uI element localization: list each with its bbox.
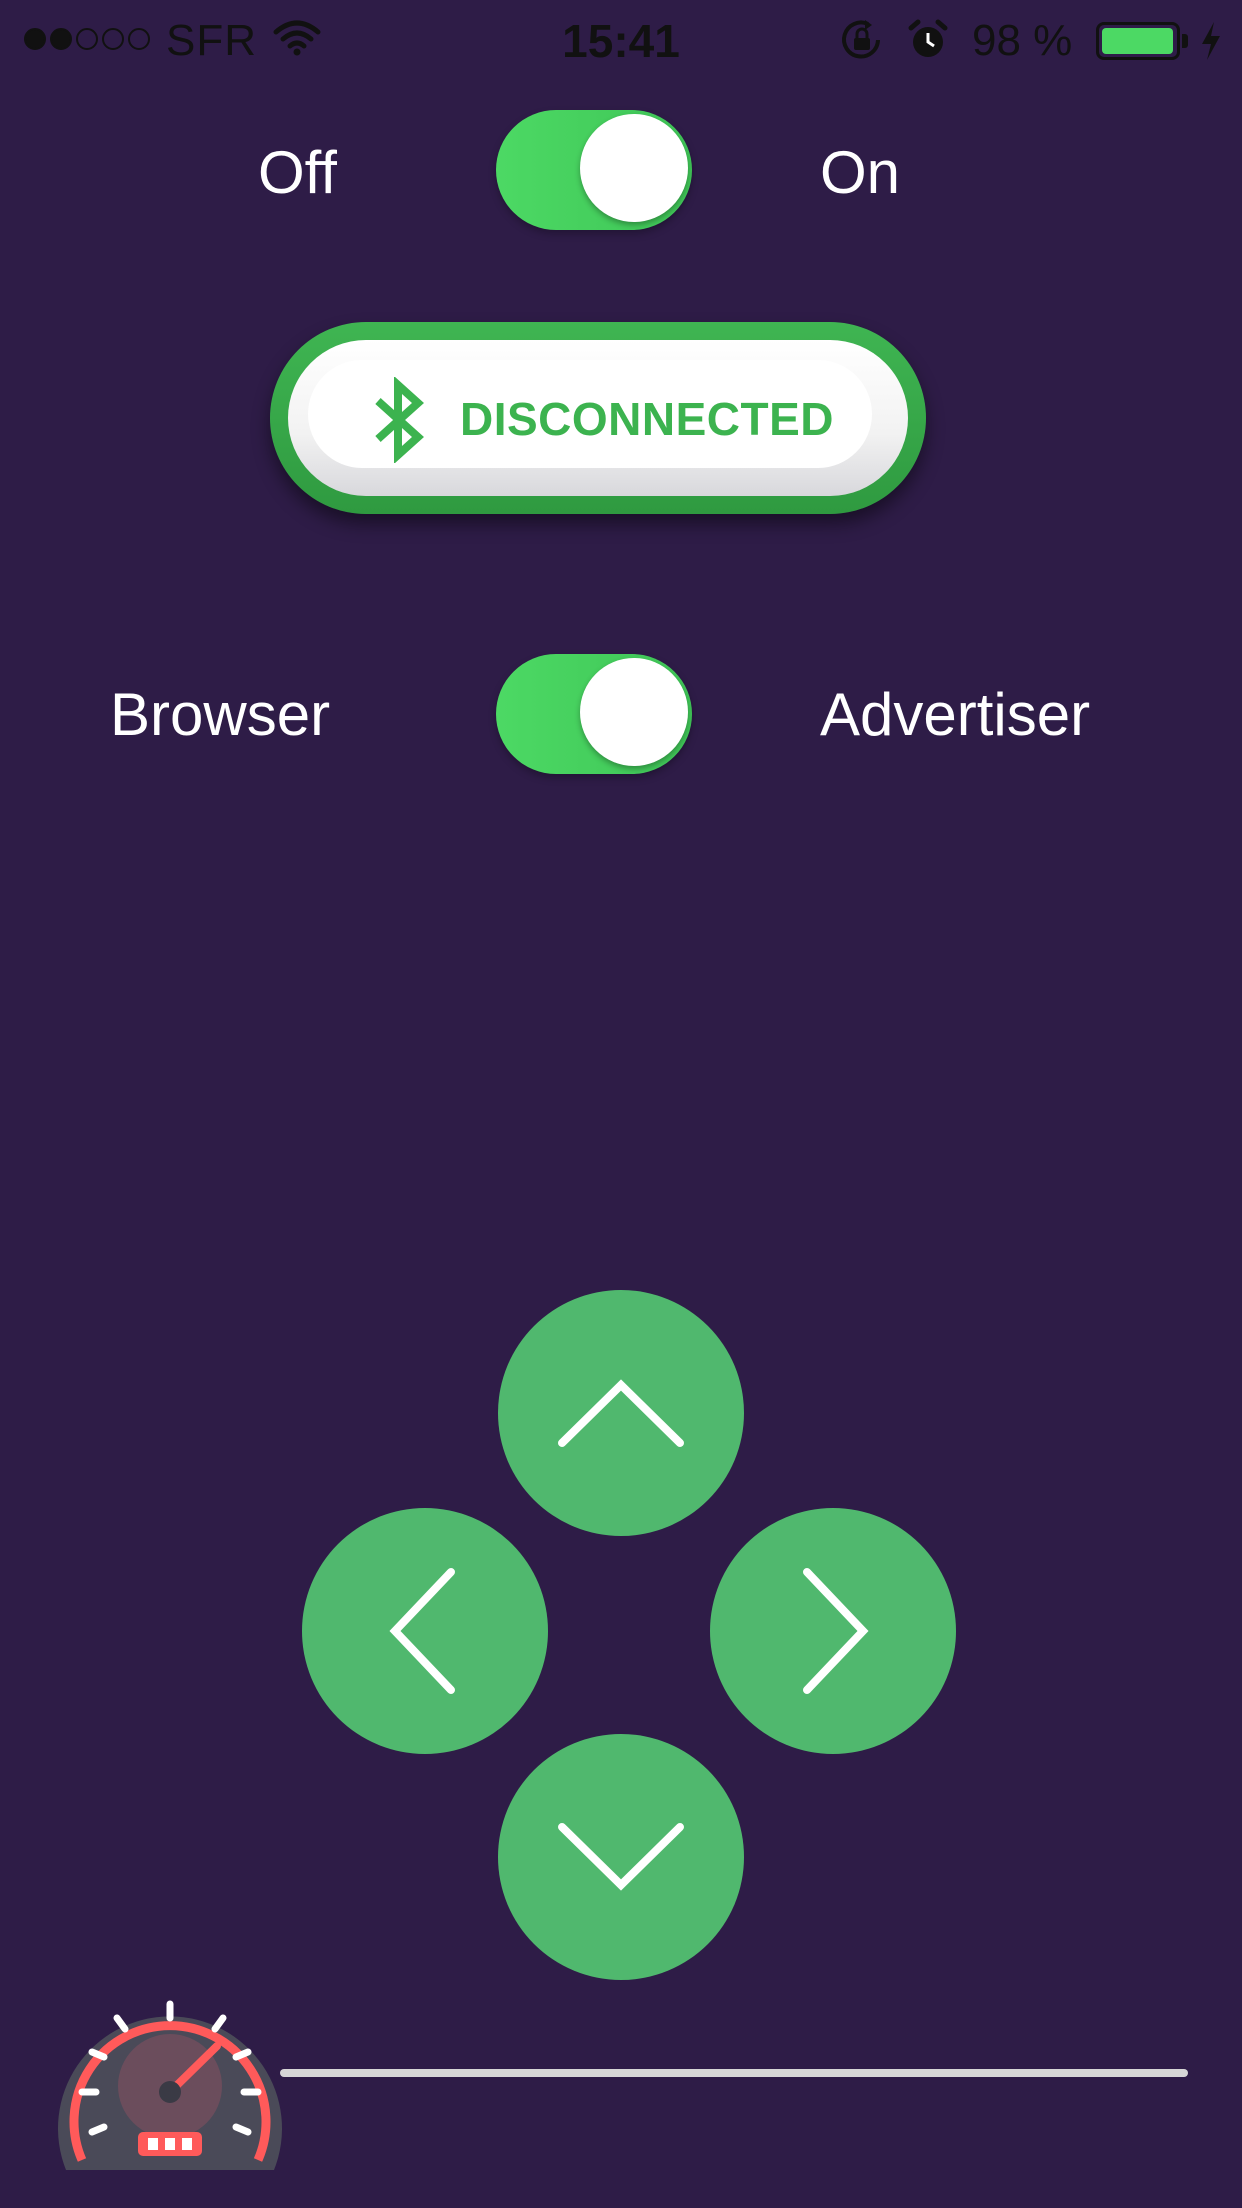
alarm-icon: [908, 19, 948, 57]
power-off-label: Off: [258, 139, 337, 206]
right-button[interactable]: [710, 1508, 956, 1754]
advertiser-mode-label: Advertiser: [820, 681, 1091, 748]
chevron-right-icon: [803, 1568, 869, 1694]
down-button[interactable]: [498, 1734, 744, 1980]
left-button[interactable]: [302, 1508, 548, 1754]
charging-bolt-icon: [1202, 22, 1220, 60]
chevron-up-icon: [558, 1379, 684, 1447]
toggle-knob: [580, 658, 688, 766]
power-on-label: On: [820, 139, 901, 206]
connection-status-text: DISCONNECTED: [460, 393, 835, 445]
battery-level-fill: [1102, 28, 1173, 54]
battery-percentage: 98 %: [972, 16, 1073, 65]
browser-mode-label: Browser: [110, 681, 331, 748]
battery-tip: [1182, 34, 1188, 48]
status-bar: SFR 15:41 98 %: [0, 0, 1242, 80]
power-toggle[interactable]: [496, 110, 692, 230]
speedometer-icon[interactable]: [52, 1974, 288, 2174]
bluetooth-icon: [375, 377, 424, 463]
rotation-lock-icon: [842, 20, 880, 59]
chevron-left-icon: [389, 1568, 455, 1694]
battery-icon: [1096, 22, 1180, 60]
toggle-knob: [580, 114, 688, 222]
mode-toggle[interactable]: [496, 654, 692, 774]
speed-slider-track[interactable]: [280, 2069, 1188, 2077]
up-button[interactable]: [498, 1290, 744, 1536]
chevron-down-icon: [558, 1823, 684, 1891]
connection-status-button[interactable]: DISCONNECTED: [270, 322, 926, 514]
